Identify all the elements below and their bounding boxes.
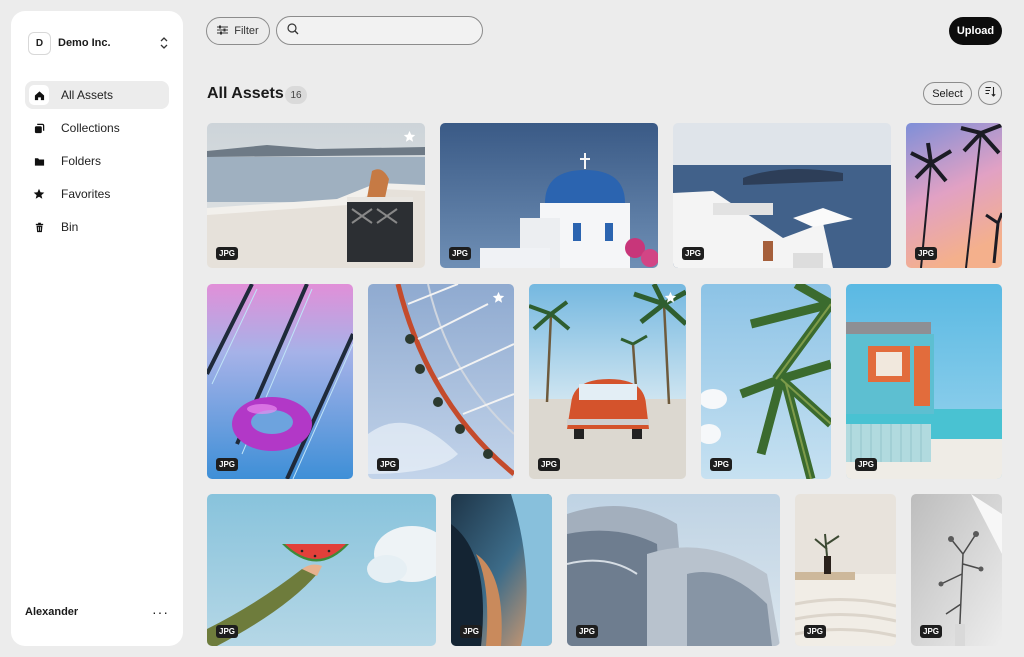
asset-thumbnail: [207, 123, 425, 268]
filter-icon: [217, 25, 229, 38]
sidebar-nav: All Assets Collections Folders Favorites…: [25, 81, 169, 246]
asset-tile[interactable]: JPG: [207, 284, 353, 479]
select-button[interactable]: Select: [923, 82, 972, 105]
filter-label: Filter: [234, 25, 259, 37]
sidebar-item-label: All Assets: [61, 88, 114, 102]
asset-thumbnail: [673, 123, 891, 268]
search-box: [276, 16, 483, 45]
asset-thumbnail: [795, 494, 896, 646]
page-title: All Assets: [207, 85, 284, 102]
asset-tile[interactable]: JPG: [567, 494, 780, 646]
upload-button[interactable]: Upload: [949, 17, 1002, 45]
org-avatar: D: [28, 31, 51, 55]
file-type-badge: JPG: [216, 458, 239, 471]
asset-thumbnail: [846, 284, 1002, 479]
file-type-badge: JPG: [216, 625, 239, 638]
star-icon: [29, 184, 49, 204]
sidebar-item-label: Folders: [61, 154, 102, 168]
asset-tile[interactable]: JPG: [451, 494, 552, 646]
org-switcher[interactable]: D Demo Inc.: [28, 31, 168, 55]
sidebar-item-collections[interactable]: Collections: [25, 114, 169, 142]
asset-thumbnail: [911, 494, 1002, 646]
file-type-badge: JPG: [804, 625, 827, 638]
folder-icon: [29, 151, 49, 171]
file-type-badge: JPG: [682, 247, 705, 260]
favorite-star-icon[interactable]: [403, 130, 416, 143]
file-type-badge: JPG: [460, 625, 483, 638]
collections-icon: [29, 118, 49, 138]
asset-thumbnail: [567, 494, 780, 646]
home-icon: [29, 85, 49, 105]
sidebar-item-folders[interactable]: Folders: [25, 147, 169, 175]
favorite-star-icon[interactable]: [492, 291, 505, 304]
user-menu: Alexander ···: [25, 604, 169, 620]
file-type-badge: JPG: [920, 625, 943, 638]
file-type-badge: JPG: [576, 625, 599, 638]
user-name: Alexander: [25, 606, 79, 618]
asset-tile[interactable]: JPG: [207, 494, 436, 646]
file-type-badge: JPG: [216, 247, 239, 260]
asset-count-badge: 16: [285, 86, 307, 104]
file-type-badge: JPG: [449, 247, 472, 260]
sort-button[interactable]: [978, 81, 1002, 105]
org-name: Demo Inc.: [58, 37, 111, 49]
filter-button[interactable]: Filter: [206, 17, 270, 45]
asset-thumbnail: [207, 494, 436, 646]
asset-tile[interactable]: JPG: [906, 123, 1002, 268]
search-icon: [287, 22, 299, 40]
file-type-badge: JPG: [855, 458, 878, 471]
sidebar-item-all-assets[interactable]: All Assets: [25, 81, 169, 109]
file-type-badge: JPG: [915, 247, 938, 260]
sidebar-item-label: Bin: [61, 220, 79, 234]
asset-thumbnail: [701, 284, 831, 479]
search-input[interactable]: [305, 24, 475, 37]
asset-tile[interactable]: JPG: [911, 494, 1002, 646]
asset-tile[interactable]: JPG: [673, 123, 891, 268]
asset-thumbnail: [451, 494, 552, 646]
file-type-badge: JPG: [710, 458, 733, 471]
asset-tile[interactable]: JPG: [529, 284, 686, 479]
asset-tile[interactable]: JPG: [701, 284, 831, 479]
asset-thumbnail: [368, 284, 514, 479]
sidebar-item-label: Favorites: [61, 187, 111, 201]
sidebar-item-bin[interactable]: Bin: [25, 213, 169, 241]
asset-tile[interactable]: JPG: [795, 494, 896, 646]
sort-icon: [985, 84, 996, 102]
more-icon[interactable]: ···: [152, 605, 169, 619]
asset-thumbnail: [440, 123, 658, 268]
asset-tile[interactable]: JPG: [440, 123, 658, 268]
asset-tile[interactable]: JPG: [846, 284, 1002, 479]
sidebar-item-label: Collections: [61, 121, 120, 135]
favorite-star-icon[interactable]: [664, 291, 677, 304]
sidebar: D Demo Inc. All Assets Collections Folde…: [11, 11, 183, 646]
asset-thumbnail: [207, 284, 353, 479]
trash-icon: [29, 217, 49, 237]
asset-tile[interactable]: JPG: [207, 123, 425, 268]
asset-thumbnail: [529, 284, 686, 479]
file-type-badge: JPG: [538, 458, 561, 471]
sidebar-item-favorites[interactable]: Favorites: [25, 180, 169, 208]
chevron-up-down-icon: [160, 37, 168, 49]
file-type-badge: JPG: [377, 458, 400, 471]
asset-tile[interactable]: JPG: [368, 284, 514, 479]
